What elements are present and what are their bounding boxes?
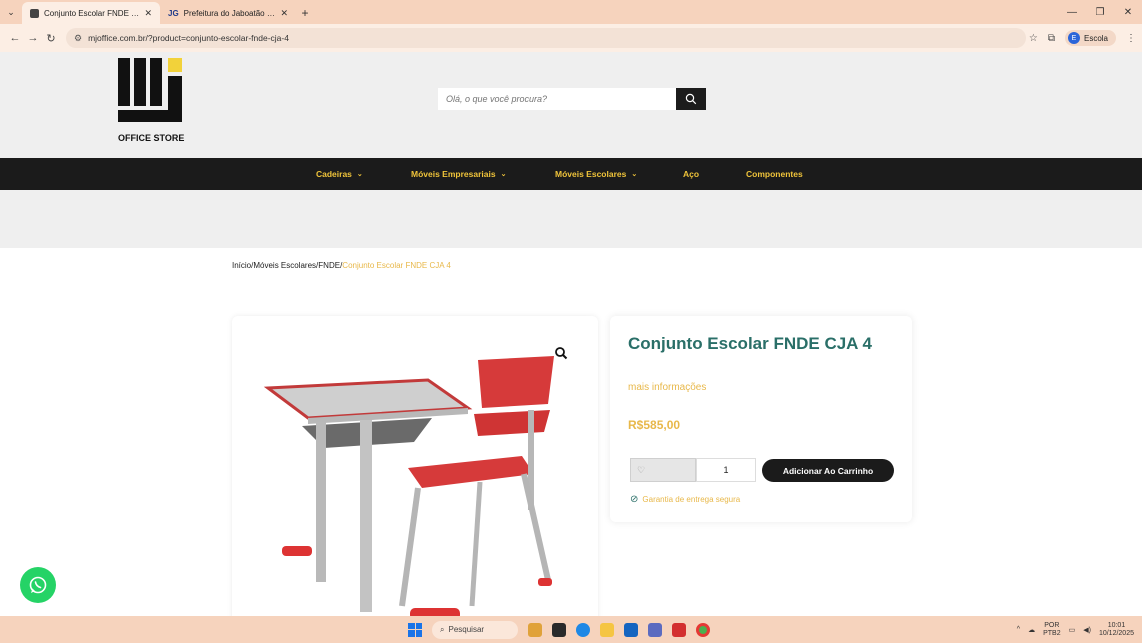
forward-arrow-icon[interactable]: →	[24, 32, 42, 44]
chevron-down-icon: ⌄	[500, 171, 507, 178]
nav-item-moveis-escolares[interactable]: Móveis Escolares ⌄	[555, 158, 637, 190]
language-indicator[interactable]: POR PTB2	[1043, 622, 1061, 638]
network-icon[interactable]: ▭	[1069, 626, 1076, 634]
nav-label: Componentes	[746, 169, 803, 179]
tab-title: Conjunto Escolar FNDE CJA 4	[44, 8, 139, 18]
breadcrumb-current: Conjunto Escolar FNDE CJA 4	[342, 261, 451, 270]
tab-search-chevron-icon[interactable]: ⌄	[0, 0, 22, 24]
chevron-down-icon: ⌄	[356, 171, 363, 178]
system-tray: ^ ☁ POR PTB2 ▭ ◀) 10:01 10/12/2025	[1017, 616, 1134, 643]
warranty-text: Garantia de entrega segura	[642, 495, 741, 504]
heart-icon: ♡	[637, 464, 646, 475]
restore-icon[interactable]: ❐	[1086, 7, 1114, 18]
windows-taskbar: ⌕ Pesquisar ^ ☁ POR PTB2 ▭ ◀) 10:01 10/1…	[0, 616, 1142, 643]
tab-inactive[interactable]: JG Prefeitura do Jaboatão dos Gua ✕	[160, 2, 296, 24]
window-controls: — ❐ ✕	[1058, 0, 1142, 24]
zoom-magnifier-icon[interactable]	[554, 346, 568, 360]
search-icon: ⌕	[440, 624, 445, 634]
tab-title: Prefeitura do Jaboatão dos Gua	[183, 8, 276, 18]
breadcrumb-link-moveis-escolares[interactable]: Móveis Escolares	[253, 261, 316, 270]
tab-close-icon[interactable]: ✕	[144, 8, 152, 19]
close-window-icon[interactable]: ✕	[1114, 7, 1142, 18]
lang-bottom: PTB2	[1043, 629, 1061, 637]
warranty-note: ⊘ Garantia de entrega segura	[630, 494, 740, 505]
outlook-icon[interactable]	[624, 622, 638, 637]
quantity-input[interactable]: 1	[696, 458, 756, 482]
tab-active[interactable]: Conjunto Escolar FNDE CJA 4 ✕	[22, 2, 160, 24]
widgets-icon[interactable]	[528, 622, 542, 637]
volume-icon[interactable]: ◀)	[1083, 626, 1091, 634]
taskbar-search[interactable]: ⌕ Pesquisar	[432, 620, 518, 639]
main-navigation: Cadeiras ⌄ Móveis Empresariais ⌄ Móveis …	[0, 158, 1142, 190]
whatsapp-icon	[29, 576, 47, 594]
add-to-cart-button[interactable]: Adicionar Ao Carrinho	[762, 459, 894, 482]
nav-label: Móveis Escolares	[555, 169, 627, 179]
avatar: E	[1067, 32, 1080, 44]
clock-time: 10:01	[1107, 621, 1126, 629]
teams-icon[interactable]	[648, 622, 662, 637]
chrome-icon[interactable]	[696, 622, 710, 637]
nav-item-aco[interactable]: Aço	[683, 158, 699, 190]
breadcrumb-link-fnde[interactable]: FNDE	[318, 261, 340, 270]
clock[interactable]: 10:01 10/12/2025	[1099, 622, 1134, 638]
extensions-icon[interactable]: ⧉	[1048, 33, 1055, 44]
search-bar	[438, 88, 706, 110]
app-red-icon[interactable]	[672, 622, 686, 637]
product-image[interactable]	[232, 316, 598, 616]
bookmark-star-icon[interactable]: ☆	[1029, 33, 1038, 44]
profile-name: Escola	[1083, 33, 1108, 43]
browser-toolbar: ← → ↻ ⚙ mjoffice.com.br/?product=conjunt…	[0, 24, 1142, 52]
nav-item-cadeiras[interactable]: Cadeiras ⌄	[316, 158, 363, 190]
onedrive-icon[interactable]: ☁	[1028, 626, 1035, 634]
check-circle-icon: ⊘	[630, 494, 639, 505]
page-favicon-icon	[30, 8, 39, 18]
site-settings-icon[interactable]: ⚙	[74, 33, 82, 44]
file-explorer-icon[interactable]	[600, 622, 614, 637]
new-tab-button[interactable]: +	[296, 2, 314, 24]
chevron-down-icon: ⌄	[631, 171, 638, 178]
page-banner	[0, 190, 1142, 248]
browser-menu-icon[interactable]: ⋮	[1126, 33, 1136, 44]
product-info-card: Conjunto Escolar FNDE CJA 4 mais informa…	[610, 316, 912, 522]
browser-tab-strip: ⌄ Conjunto Escolar FNDE CJA 4 ✕ JG Prefe…	[0, 0, 1142, 24]
more-info-link[interactable]: mais informações	[628, 382, 706, 393]
nav-label: Aço	[683, 169, 700, 179]
tab-close-icon[interactable]: ✕	[280, 8, 288, 19]
nav-item-componentes[interactable]: Componentes	[746, 158, 803, 190]
search-input[interactable]	[438, 88, 676, 110]
nav-label: Cadeiras	[316, 169, 352, 179]
breadcrumb: Início/Móveis Escolares/FNDE/Conjunto Es…	[232, 261, 451, 270]
nav-label: Móveis Empresariais	[411, 169, 496, 179]
wishlist-button[interactable]: ♡	[630, 458, 696, 482]
breadcrumb-link-inicio[interactable]: Início	[232, 261, 251, 270]
logo-text: OFFICE STORE	[118, 133, 185, 143]
site-header: OFFICE STORE	[0, 52, 1142, 158]
search-icon	[685, 93, 697, 105]
nav-item-moveis-empresariais[interactable]: Móveis Empresariais ⌄	[411, 158, 506, 190]
lang-top: POR	[1044, 621, 1060, 629]
taskbar-search-label: Pesquisar	[448, 625, 485, 634]
windows-start-icon[interactable]	[408, 622, 422, 637]
task-view-icon[interactable]	[552, 622, 566, 637]
reload-icon[interactable]: ↻	[42, 32, 60, 45]
search-button[interactable]	[676, 88, 706, 110]
address-bar[interactable]: ⚙ mjoffice.com.br/?product=conjunto-esco…	[66, 28, 1026, 48]
tray-chevron-up-icon[interactable]: ^	[1017, 626, 1020, 633]
clock-date: 10/12/2025	[1098, 629, 1134, 637]
product-price: R$585,00	[628, 418, 681, 432]
web-page: OFFICE STORE Cadeiras ⌄ Móveis Empresari…	[0, 52, 1142, 616]
url-text: mjoffice.com.br/?product=conjunto-escola…	[88, 33, 289, 43]
product-title: Conjunto Escolar FNDE CJA 4	[628, 334, 873, 353]
back-arrow-icon[interactable]: ←	[6, 32, 24, 44]
profile-button[interactable]: E Escola	[1064, 30, 1116, 46]
product-gallery[interactable]	[232, 316, 598, 616]
edge-browser-icon[interactable]	[576, 622, 590, 637]
jg-favicon-icon: JG	[168, 8, 179, 18]
whatsapp-chat-button[interactable]	[20, 567, 56, 603]
minimize-icon[interactable]: —	[1058, 7, 1086, 18]
